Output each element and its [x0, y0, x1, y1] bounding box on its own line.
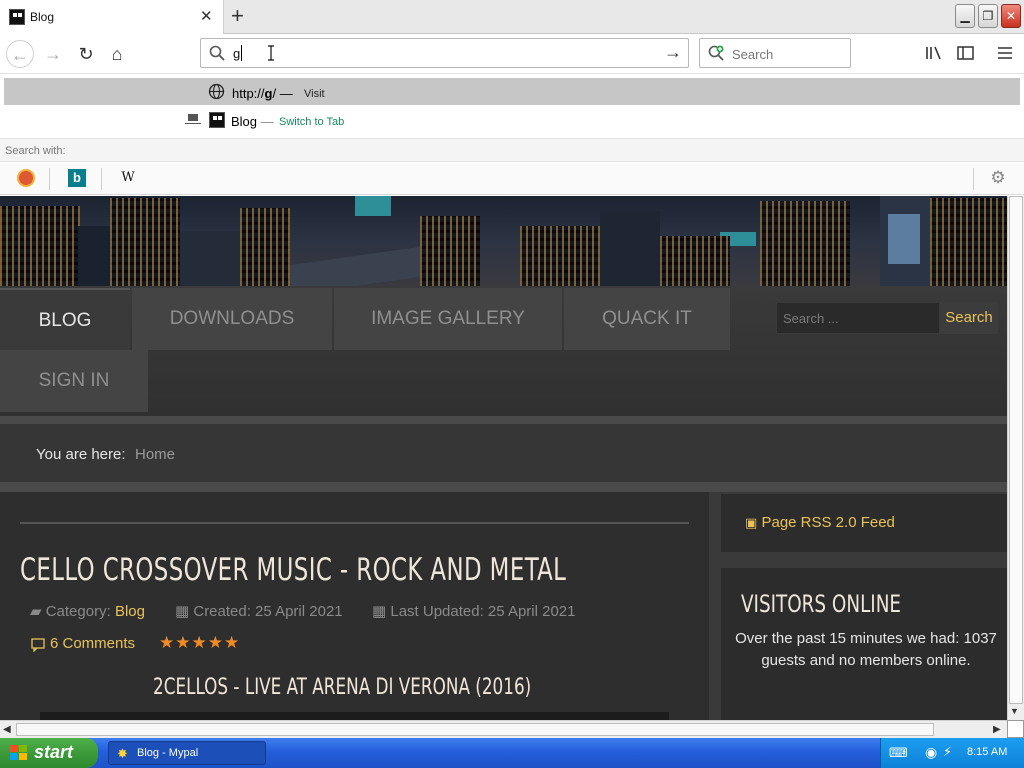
rss-feed-link[interactable]: ▣ Page RSS 2.0 Feed — [745, 514, 895, 531]
horizontal-scrollbar[interactable]: ◀ ▶ — [0, 720, 1007, 738]
suggestion-visit-label: Visit — [304, 88, 325, 100]
vertical-scrollbar[interactable]: ▼ — [1007, 196, 1024, 720]
close-tab-icon[interactable]: ✕ — [200, 7, 213, 25]
web-page: BLOG DOWNLOADS IMAGE GALLERY QUACK IT SI… — [0, 196, 1007, 720]
visitors-title: VISITORS ONLINE — [741, 590, 902, 618]
rss-icon: ▣ — [745, 515, 758, 530]
globe-icon — [208, 83, 225, 100]
minimize-button[interactable]: ▁ — [955, 4, 975, 28]
horizontal-scroll-thumb[interactable] — [16, 723, 934, 736]
text-caret — [241, 45, 242, 61]
scroll-down-arrow-icon[interactable]: ▼ — [1010, 706, 1019, 716]
article-created: ▦ Created: 25 April 2021 — [175, 603, 343, 620]
rating-stars[interactable]: ★★★★★ — [159, 633, 240, 653]
breadcrumb-home-link[interactable]: Home — [135, 446, 175, 463]
calendar-icon: ▦ — [175, 603, 190, 620]
restore-button[interactable]: ❐ — [978, 4, 998, 28]
breadcrumb-label: You are here: — [36, 446, 126, 463]
rss-module: ▣ Page RSS 2.0 Feed — [721, 494, 1007, 552]
new-tab-button[interactable]: + — [231, 3, 244, 29]
video-embed[interactable] — [40, 712, 669, 720]
site-sidebar: ▣ Page RSS 2.0 Feed VISITORS ONLINE Over… — [709, 492, 1007, 720]
search-engines-row: b W ⚙ — [0, 163, 1024, 195]
navigation-toolbar: ← → ↻ ⌂ g → Search — [0, 34, 1024, 74]
tab-strip: Blog ✕ + ▁ ❐ ✕ — [0, 0, 1024, 34]
home-icon[interactable]: ⌂ — [103, 40, 131, 68]
menu-icon[interactable] — [997, 45, 1013, 61]
search-bar-placeholder: Search — [732, 47, 774, 62]
video-title: 2CELLOS - LIVE AT ARENA DI VERONA (2016) — [153, 675, 532, 700]
tab-indicator-icon — [185, 114, 201, 124]
search-with-label: Search with: — [5, 145, 66, 157]
duckduckgo-icon[interactable] — [17, 169, 35, 187]
visitors-module: VISITORS ONLINE Over the past 15 minutes… — [721, 568, 1007, 720]
comment-icon — [31, 638, 45, 652]
blog-favicon-icon — [9, 9, 25, 25]
go-arrow-icon[interactable]: → — [664, 42, 682, 63]
suggestion-visit-row[interactable]: http://g/ — Visit — [4, 78, 1020, 105]
article-title[interactable]: CELLO CROSSOVER MUSIC - ROCK AND METAL — [20, 552, 566, 588]
site-search-button[interactable]: Search — [940, 302, 998, 334]
search-icon — [209, 45, 225, 61]
clock: 8:15 AM — [967, 746, 1008, 758]
security-icon[interactable]: ◉ — [925, 744, 937, 761]
taskbar-window-label: Blog - Mypal — [137, 747, 199, 759]
menu-item-quack-it[interactable]: QUACK IT — [564, 288, 730, 350]
menu-item-downloads[interactable]: DOWNLOADS — [132, 288, 332, 350]
scroll-corner — [1007, 720, 1024, 738]
site-search-input[interactable]: Search ... — [776, 302, 940, 334]
forward-icon[interactable]: → — [39, 40, 67, 68]
suggestion-url: http://g/ — — [232, 86, 293, 101]
scroll-right-arrow-icon[interactable]: ▶ — [993, 724, 1001, 735]
visitors-text: Over the past 15 minutes we had: 1037 gu… — [735, 630, 997, 669]
folder-icon: ▰ — [30, 603, 42, 620]
site-main-menu: BLOG DOWNLOADS IMAGE GALLERY QUACK IT SI… — [0, 286, 1007, 416]
bing-icon[interactable]: b — [68, 169, 86, 187]
wikipedia-icon[interactable]: W — [119, 169, 137, 187]
city-banner-image — [0, 196, 1007, 296]
blog-favicon-icon — [209, 112, 225, 128]
vertical-scroll-thumb[interactable] — [1009, 196, 1023, 704]
suggestion-tab-title[interactable]: Blog — — [231, 114, 274, 129]
search-with-row: Search with: — [0, 138, 1024, 162]
taskbar-window-button[interactable]: ✸ Blog - Mypal — [108, 741, 266, 765]
menu-item-sign-in[interactable]: SIGN IN — [0, 350, 148, 412]
system-tray: ⌨ ◉ ⚡ 8:15 AM — [880, 738, 1024, 768]
text-cursor-icon — [268, 45, 274, 61]
article-area: CELLO CROSSOVER MUSIC - ROCK AND METAL ▰… — [0, 492, 709, 720]
windows-logo-icon — [10, 745, 27, 760]
url-bar[interactable]: g → — [200, 38, 689, 68]
taskbar: start ✸ Blog - Mypal ⌨ ◉ ⚡ 8:15 AM — [0, 738, 1024, 768]
switch-to-tab-label[interactable]: Switch to Tab — [279, 116, 344, 128]
window-close-button[interactable]: ✕ — [1001, 4, 1021, 28]
start-label: start — [34, 742, 74, 762]
article-category: ▰ Category: Blog — [30, 603, 145, 620]
article-updated: ▦ Last Updated: 25 April 2021 — [372, 603, 576, 620]
search-bar[interactable]: Search — [699, 38, 851, 68]
tab-blog[interactable]: Blog ✕ — [0, 0, 224, 34]
tab-title: Blog — [30, 10, 55, 24]
category-link[interactable]: Blog — [115, 603, 145, 620]
menu-item-image-gallery[interactable]: IMAGE GALLERY — [334, 288, 562, 350]
gear-icon[interactable]: ⚙ — [989, 169, 1007, 187]
network-icon[interactable]: ⚡ — [943, 744, 952, 760]
start-button[interactable]: start — [0, 738, 98, 768]
divider — [20, 522, 689, 524]
divider — [0, 482, 1007, 492]
keyboard-icon[interactable]: ⌨ — [889, 745, 908, 761]
comments-link[interactable]: 6 Comments — [50, 635, 135, 652]
calendar-icon: ▦ — [372, 603, 387, 620]
url-suggestions-dropdown: http://g/ — Visit Blog — Switch to Tab S… — [0, 75, 1024, 195]
url-input[interactable]: g — [233, 46, 240, 61]
back-icon[interactable]: ← — [6, 40, 34, 68]
divider — [0, 416, 1007, 424]
search-add-icon — [708, 45, 724, 61]
breadcrumb: You are here: Home — [0, 424, 1007, 482]
library-icon[interactable] — [925, 45, 943, 61]
scroll-left-arrow-icon[interactable]: ◀ — [3, 724, 11, 735]
reload-icon[interactable]: ↻ — [72, 40, 100, 68]
mypal-icon: ✸ — [117, 746, 128, 761]
menu-item-blog[interactable]: BLOG — [0, 288, 130, 350]
sidebar-icon[interactable] — [957, 45, 975, 61]
